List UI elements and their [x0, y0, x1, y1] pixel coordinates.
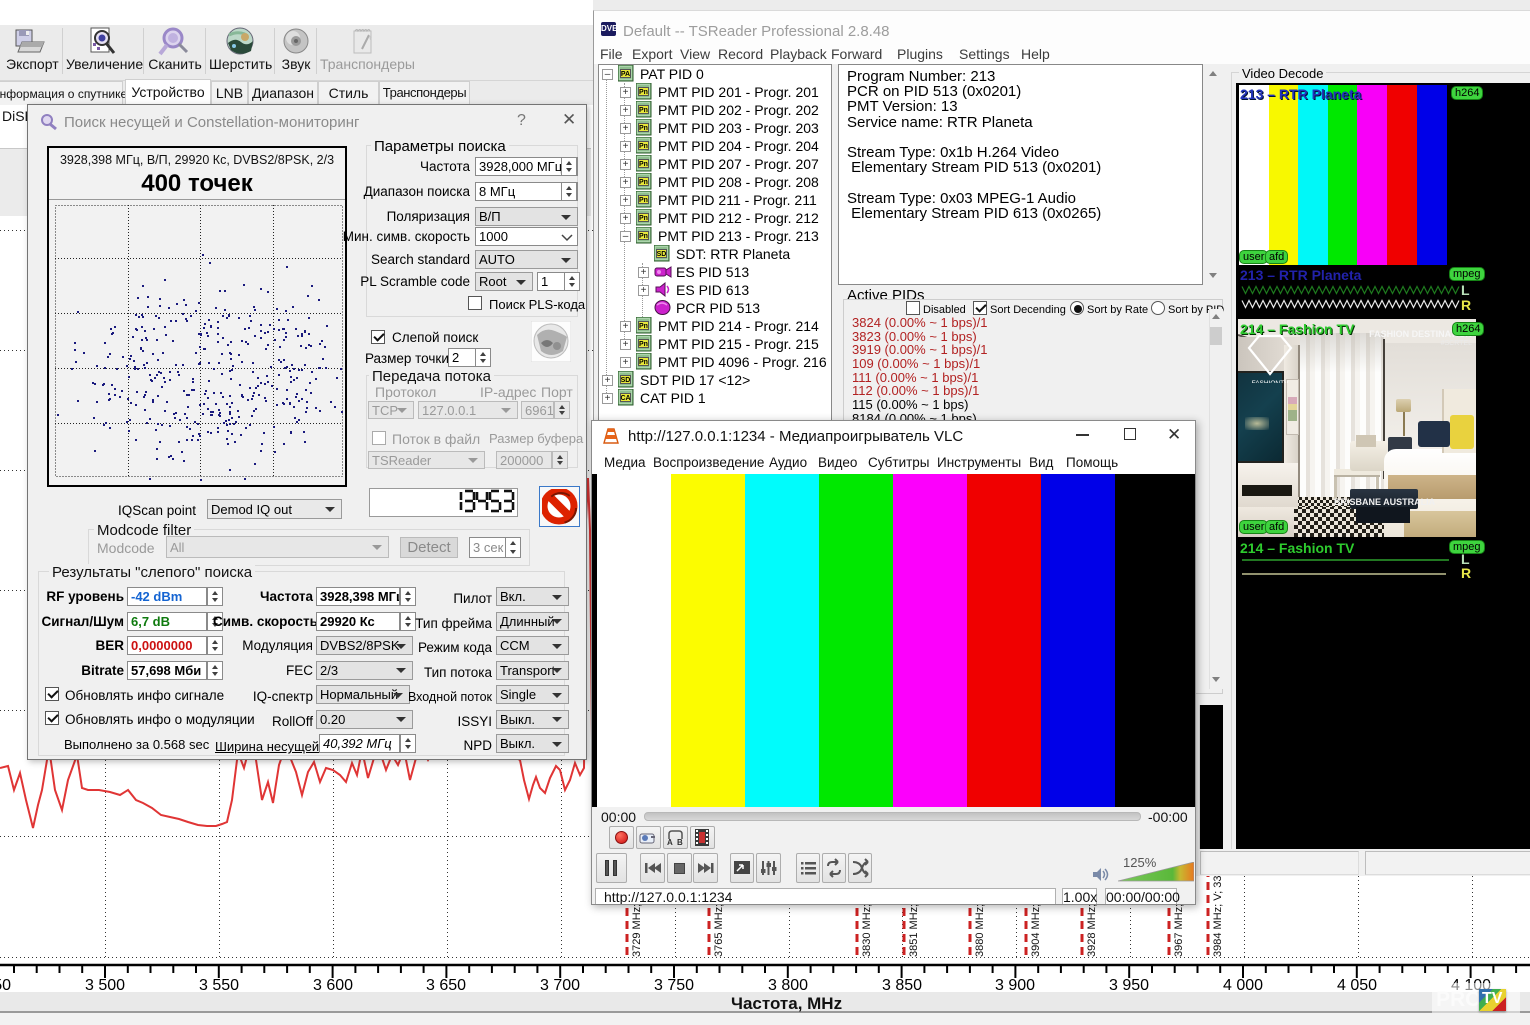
- svg-text:3967 MHz;: 3967 MHz;: [1173, 904, 1185, 957]
- svg-text:Pn: Pn: [639, 197, 648, 204]
- svg-text:B: B: [677, 838, 683, 847]
- svg-text:PA: PA: [621, 71, 630, 78]
- svg-text:Pn: Pn: [639, 125, 648, 132]
- svg-text:FASHIONTV: FASHIONTV: [1252, 380, 1290, 383]
- svg-text:Pn: Pn: [639, 323, 648, 330]
- svg-text:Pn: Pn: [639, 359, 648, 366]
- svg-text:3904 MHz;: 3904 MHz;: [1030, 904, 1042, 957]
- svg-text:3880 MHz;: 3880 MHz;: [974, 904, 986, 957]
- svg-text:Pn: Pn: [639, 161, 648, 168]
- svg-text:SD: SD: [657, 251, 667, 258]
- svg-text:Pn: Pn: [639, 143, 648, 150]
- svg-text:A: A: [667, 838, 673, 847]
- svg-text:3984 MHz; V; 339: 3984 MHz; V; 339: [1212, 869, 1224, 957]
- svg-text:3851 MHz;: 3851 MHz;: [908, 904, 920, 957]
- svg-text:Pn: Pn: [639, 341, 648, 348]
- svg-text:Pn: Pn: [639, 89, 648, 96]
- svg-text:3928 MHz;: 3928 MHz;: [1086, 904, 1098, 957]
- svg-text:3830 MHz;: 3830 MHz;: [861, 904, 873, 957]
- svg-text:Pn: Pn: [639, 215, 648, 222]
- svg-text:3729 MHz;: 3729 MHz;: [631, 904, 643, 957]
- svg-text:CA: CA: [620, 395, 630, 402]
- svg-text:Pn: Pn: [639, 233, 648, 240]
- svg-text:Pn: Pn: [639, 107, 648, 114]
- svg-text:Pn: Pn: [639, 179, 648, 186]
- svg-text:3765 MHz;: 3765 MHz;: [713, 904, 725, 957]
- svg-text:SD: SD: [621, 377, 631, 384]
